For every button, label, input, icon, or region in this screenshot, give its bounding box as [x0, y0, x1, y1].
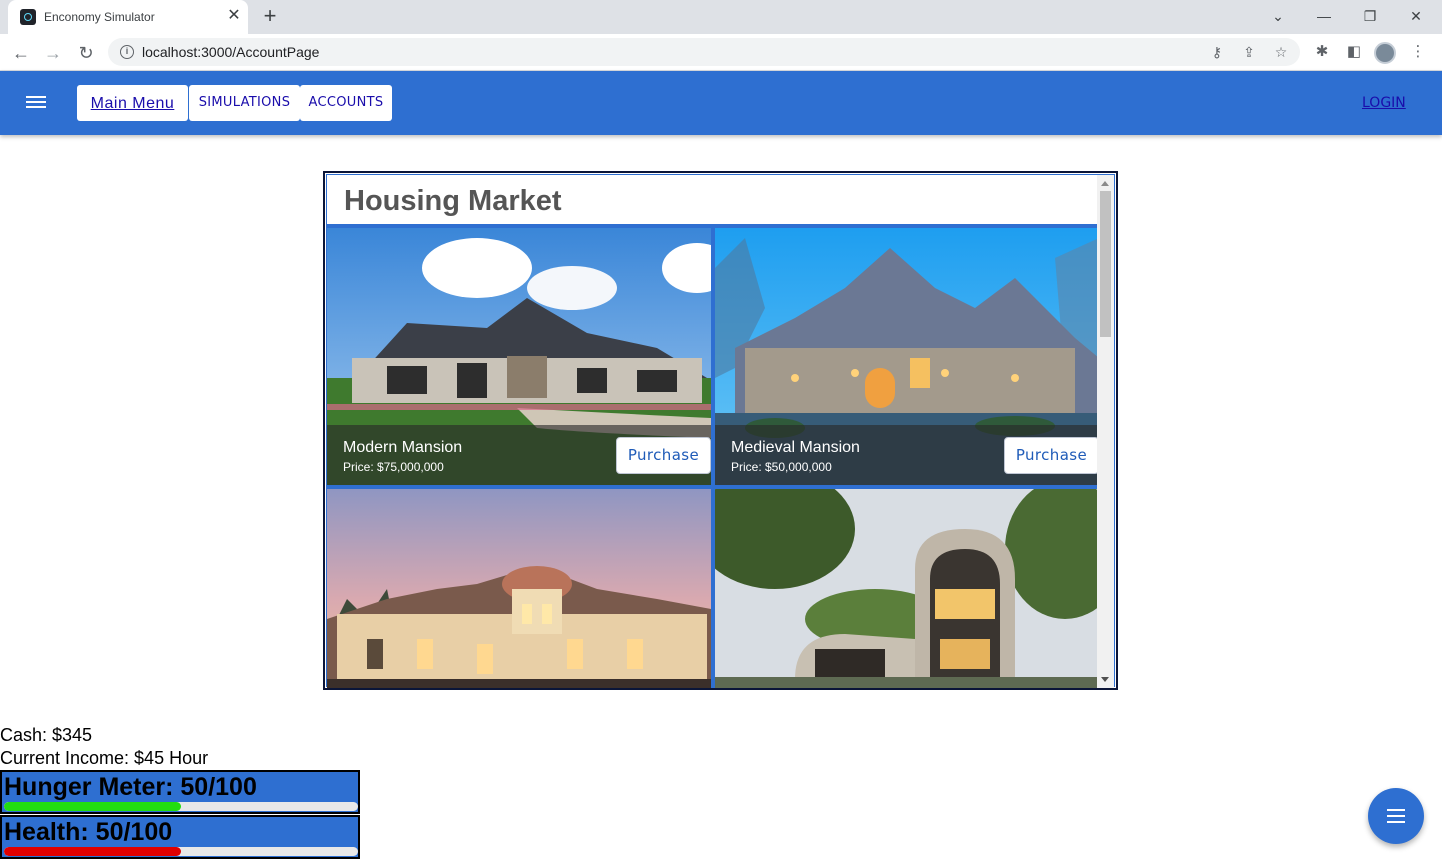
scroll-up-arrow-icon[interactable] [1101, 181, 1109, 186]
forward-icon[interactable]: → [40, 40, 66, 66]
address-bar[interactable]: i localhost:3000/AccountPage ⚷ ⇪ ☆ [108, 38, 1300, 66]
house-price: Price: $50,000,000 [731, 460, 832, 474]
hunger-meter-fill [4, 802, 181, 811]
purchase-button[interactable]: Purchase [616, 437, 711, 474]
minimize-icon[interactable]: — [1310, 4, 1338, 28]
url-text: localhost:3000/AccountPage [142, 44, 320, 60]
tab-search-chevron-icon[interactable]: ⌄ [1264, 4, 1292, 28]
housing-market-title: Housing Market [344, 185, 562, 217]
house-card-medieval-mansion: Medieval Mansion Price: $50,000,000 Purc… [715, 228, 1099, 485]
hunger-meter: Hunger Meter: 50/100 [0, 770, 360, 814]
health-meter-fill [4, 847, 181, 856]
house-grid: Modern Mansion Price: $75,000,000 Purcha… [327, 224, 1099, 688]
browser-tabstrip: Enconomy Simulator ✕ + ⌄ — ❐ ✕ [0, 0, 1442, 34]
purchase-button[interactable]: Purchase [1004, 437, 1099, 474]
reload-icon[interactable]: ↻ [73, 40, 99, 66]
house-card-caption: Modern Mansion Price: $75,000,000 Purcha… [327, 425, 711, 485]
main-menu-button[interactable]: Main Menu [77, 85, 188, 121]
menu-icon[interactable] [24, 93, 48, 113]
back-icon[interactable]: ← [8, 40, 34, 66]
profile-avatar[interactable] [1374, 42, 1396, 64]
browser-toolbar: ← → ↻ i localhost:3000/AccountPage ⚷ ⇪ ☆… [0, 34, 1442, 71]
vertical-scrollbar[interactable] [1097, 175, 1114, 688]
income-text: Current Income: $45 Hour [0, 748, 209, 768]
housing-market-scroll-area[interactable]: Housing Market Modern Mansion Price: $75… [326, 174, 1115, 688]
react-favicon-icon [20, 9, 36, 25]
share-icon[interactable]: ⇪ [1238, 41, 1260, 63]
health-meter: Health: 50/100 [0, 815, 360, 859]
housing-market-panel: Housing Market Modern Mansion Price: $75… [323, 171, 1118, 690]
restore-icon[interactable]: ❐ [1356, 4, 1384, 28]
close-window-icon[interactable]: ✕ [1402, 4, 1430, 28]
health-meter-label: Health: 50/100 [4, 818, 173, 846]
cash-text: Cash: $345 [0, 725, 93, 745]
curved-house-image [715, 489, 1099, 688]
house-price: Price: $75,000,000 [343, 460, 444, 474]
house-card-curved-house [715, 489, 1099, 688]
side-panel-icon[interactable]: ◧ [1342, 40, 1366, 64]
house-card-villa [327, 489, 711, 688]
house-name: Modern Mansion [343, 439, 463, 456]
house-card-modern-mansion: Modern Mansion Price: $75,000,000 Purcha… [327, 228, 711, 485]
hunger-meter-label: Hunger Meter: 50/100 [4, 773, 257, 801]
extensions-puzzle-icon[interactable]: ✱ [1310, 40, 1334, 64]
close-tab-icon[interactable]: ✕ [224, 6, 244, 26]
star-icon[interactable]: ☆ [1270, 41, 1292, 63]
new-tab-icon[interactable]: + [258, 5, 282, 29]
more-menu-icon[interactable]: ⋮ [1406, 40, 1430, 64]
villa-image [327, 489, 711, 688]
scrollbar-thumb[interactable] [1100, 191, 1111, 337]
key-icon[interactable]: ⚷ [1206, 41, 1228, 63]
site-info-icon[interactable]: i [120, 45, 134, 59]
tab-title: Enconomy Simulator [44, 10, 155, 24]
house-card-caption: Medieval Mansion Price: $50,000,000 Purc… [715, 425, 1099, 485]
accounts-button[interactable]: ACCOUNTS [300, 85, 392, 121]
simulations-button[interactable]: SIMULATIONS [189, 85, 300, 121]
login-link[interactable]: LOGIN [1362, 95, 1406, 111]
house-name: Medieval Mansion [731, 439, 860, 456]
app-bar: Main Menu SIMULATIONS ACCOUNTS LOGIN [0, 71, 1442, 135]
scroll-down-arrow-icon[interactable] [1101, 677, 1109, 682]
floating-menu-button[interactable] [1368, 788, 1424, 844]
hunger-meter-track [4, 802, 358, 811]
health-meter-track [4, 847, 358, 856]
browser-tab[interactable]: Enconomy Simulator ✕ [8, 0, 248, 34]
